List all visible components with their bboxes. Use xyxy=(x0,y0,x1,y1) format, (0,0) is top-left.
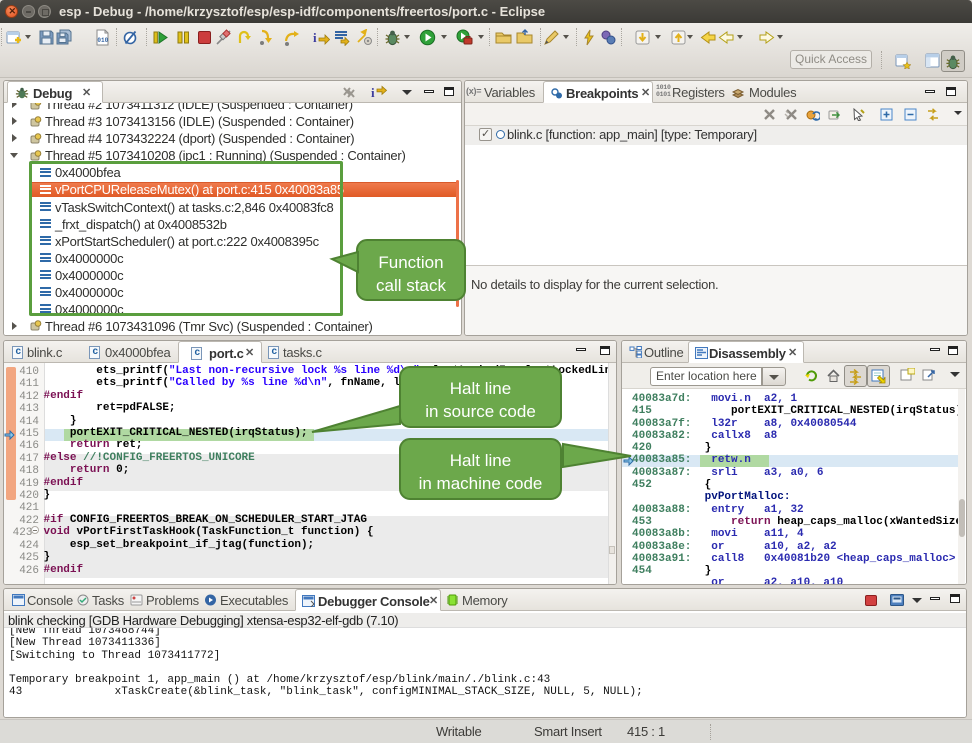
svg-text:i: i xyxy=(371,85,375,99)
svg-text:i: i xyxy=(313,30,317,45)
svg-text:010: 010 xyxy=(97,37,108,44)
